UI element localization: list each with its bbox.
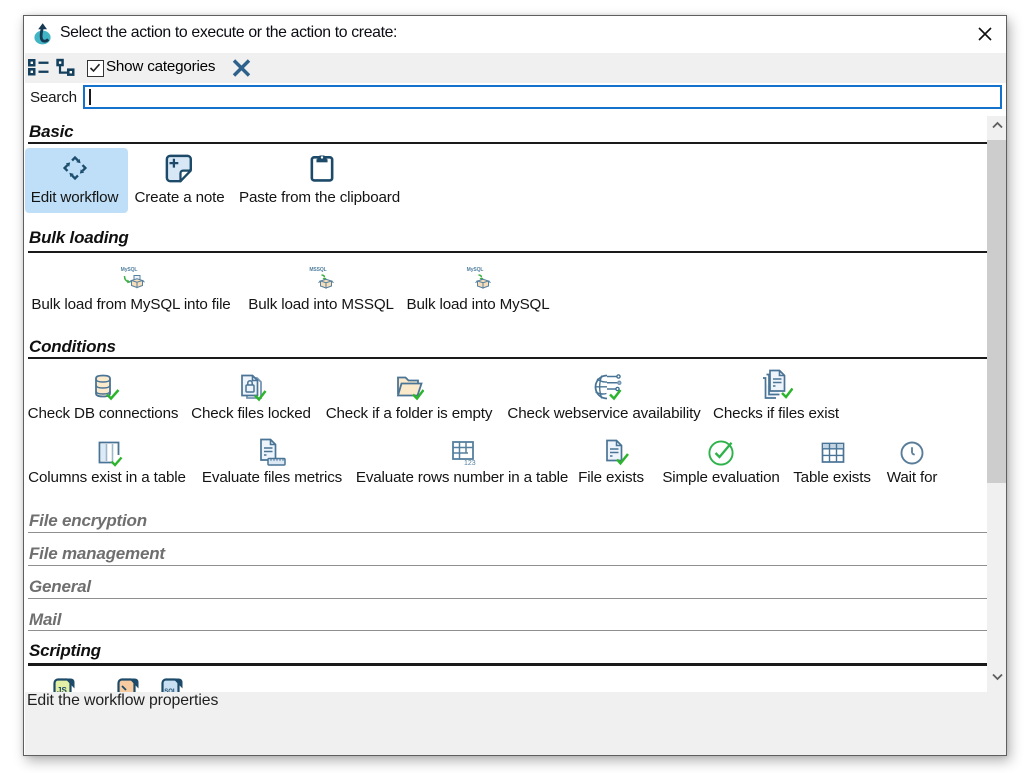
svg-text:123: 123 — [464, 460, 476, 466]
